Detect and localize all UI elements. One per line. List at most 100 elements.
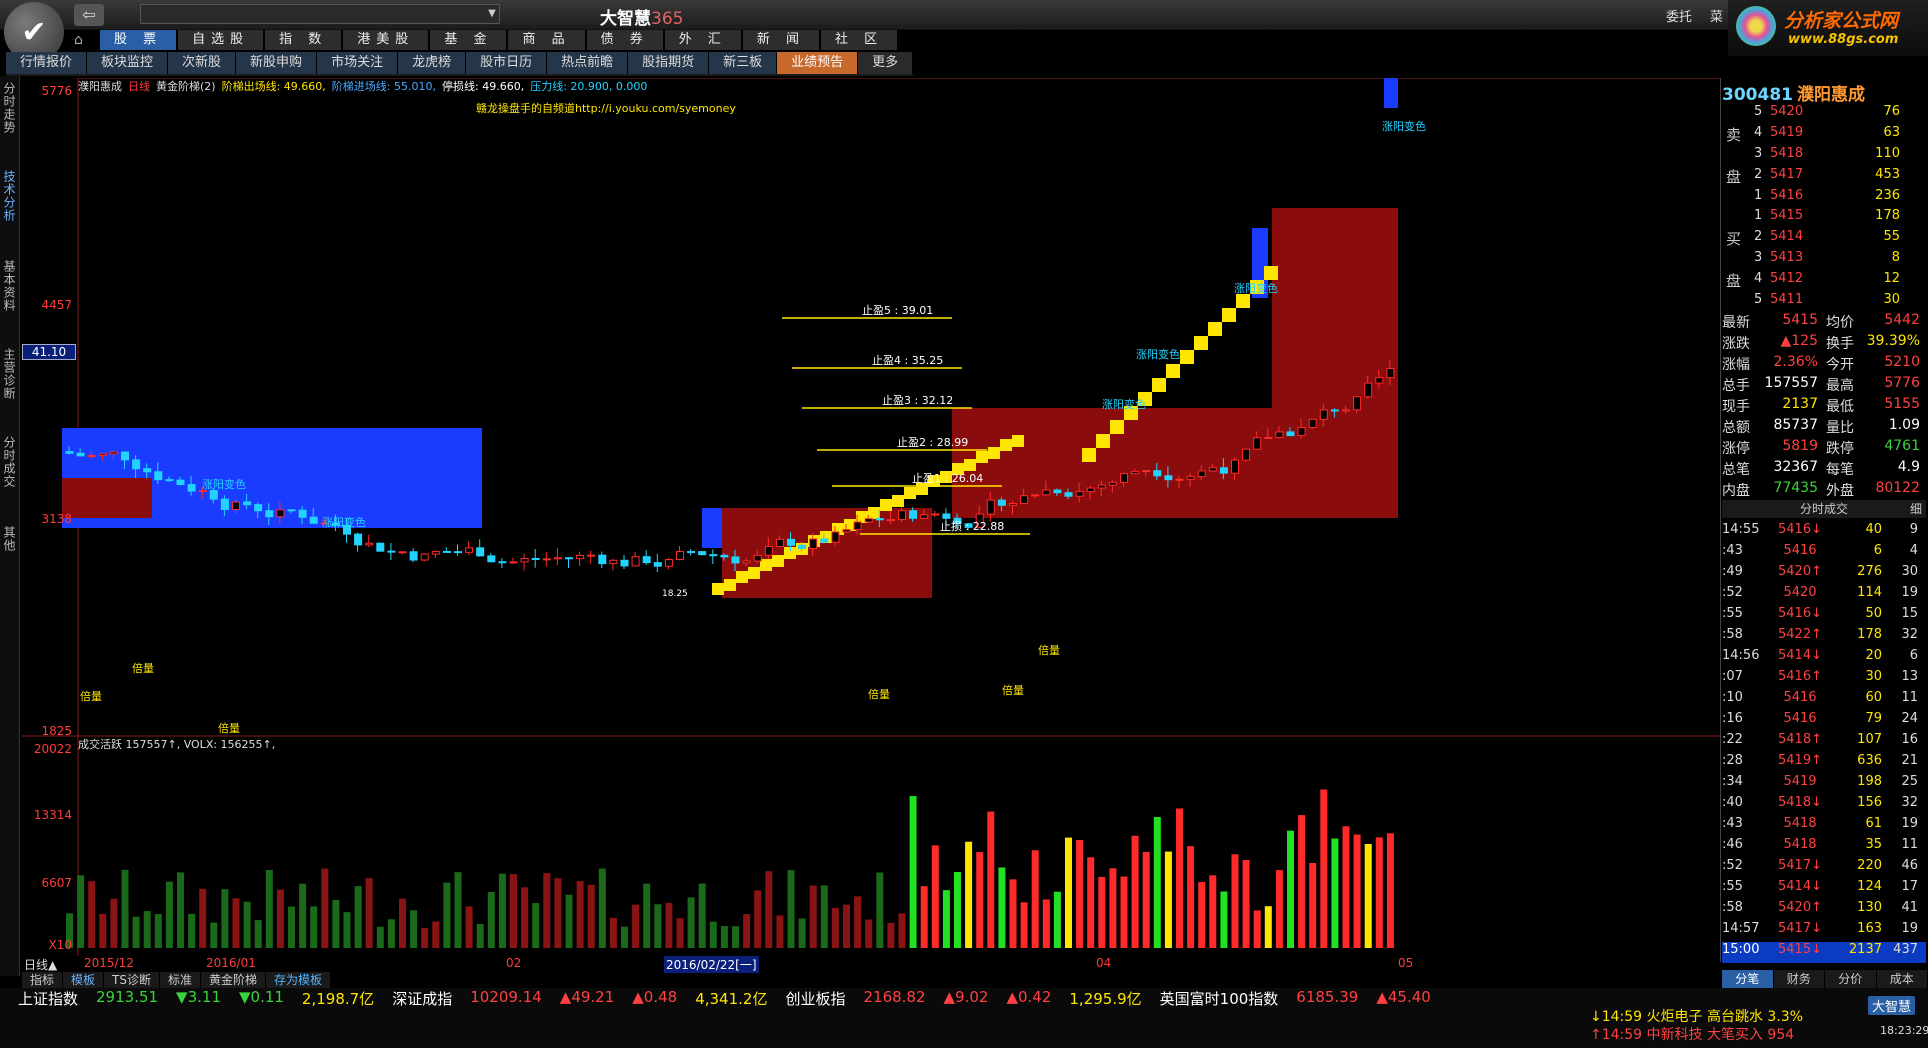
side-tab-other[interactable]: 其他: [2, 526, 18, 552]
tool-new-stocks[interactable]: 次新股: [168, 52, 237, 74]
tick-row[interactable]: :34 5419 198 25: [1722, 774, 1926, 795]
candle-body: [165, 479, 174, 482]
tool-market-focus[interactable]: 市场关注: [317, 52, 399, 74]
tool-earnings-forecast[interactable]: 业绩预告: [777, 52, 859, 74]
volume-bar: [643, 883, 651, 948]
side-tab-fundamentals[interactable]: 基本资料: [2, 260, 18, 312]
dropdown-arrow-icon[interactable]: ▼: [484, 4, 500, 24]
tick-row[interactable]: :07 5416↑ 30 13: [1722, 669, 1926, 690]
tick-row[interactable]: :43 5416 6 4: [1722, 543, 1926, 564]
volume-bar: [698, 883, 706, 948]
menu-hk-us[interactable]: 港美股: [343, 30, 429, 50]
alert-ticker-2[interactable]: ↑14:59 中新科技 大笔买入 954: [1590, 1024, 1794, 1044]
tool-calendar[interactable]: 股市日历: [466, 52, 548, 74]
tool-hot-preview[interactable]: 热点前瞻: [547, 52, 629, 74]
rtab-finance[interactable]: 财务: [1773, 970, 1825, 988]
home-icon[interactable]: ⌂: [74, 32, 92, 48]
tick-row[interactable]: :16 5416 79 24: [1722, 711, 1926, 732]
menu-news[interactable]: 新 闻: [742, 30, 820, 50]
side-tab-technical[interactable]: 技术分析: [2, 170, 18, 222]
stat-value: ▲125: [1780, 333, 1819, 349]
dzh-badge[interactable]: 大智慧: [1868, 996, 1916, 1015]
side-tab-intraday[interactable]: 分时走势: [2, 82, 18, 134]
tick-row[interactable]: :43 5418 61 19: [1722, 816, 1926, 837]
tick-row[interactable]: :22 5418↑ 107 16: [1722, 732, 1926, 753]
stock-name: 濮阳惠成: [1796, 85, 1865, 105]
menu-commodity[interactable]: 商 品: [508, 30, 585, 50]
tick-row[interactable]: :55 5416↓ 50 15: [1722, 606, 1926, 627]
tool-sector-monitor[interactable]: 板块监控: [87, 52, 169, 74]
tick-time: :52: [1722, 858, 1743, 873]
stat-value: 5442: [1884, 312, 1920, 328]
tick-row[interactable]: 14:56 5414↓ 20 6: [1722, 648, 1926, 669]
tick-row[interactable]: :52 5417↓ 220 46: [1722, 858, 1926, 879]
tick-row[interactable]: :55 5414↓ 124 17: [1722, 879, 1926, 900]
tool-new-third-board[interactable]: 新三板: [709, 52, 778, 74]
tool-dragon-tiger[interactable]: 龙虎榜: [398, 52, 467, 74]
tick-row[interactable]: :10 5416 60 11: [1722, 690, 1926, 711]
period-label[interactable]: 日线▲: [24, 956, 57, 973]
sell-level-row[interactable]: 2 5417 453: [1722, 167, 1922, 187]
tool-quotes[interactable]: 行情报价: [6, 52, 88, 74]
menu-fund[interactable]: 基 金: [430, 30, 507, 50]
buy-level-row[interactable]: 5 5411 30: [1722, 292, 1922, 312]
entrust-link[interactable]: 委托: [1666, 6, 1692, 25]
tick-row[interactable]: 14:55 5416↓ 40 9: [1722, 522, 1926, 543]
menu-stock[interactable]: 股 票: [100, 30, 177, 50]
tab-template[interactable]: 模板: [63, 972, 104, 988]
tool-ipo[interactable]: 新股申购: [236, 52, 318, 74]
alert-ticker-1[interactable]: ↓14:59 火炬电子 高台跳水 3.3%: [1590, 1006, 1803, 1026]
rtab-price-dist[interactable]: 分价: [1825, 970, 1877, 988]
tab-save-template[interactable]: 存为模板: [266, 972, 331, 988]
buy-level-row[interactable]: 3 5413 8: [1722, 250, 1922, 270]
candle-body: [709, 554, 718, 557]
tool-more[interactable]: 更多: [858, 52, 914, 74]
side-tab-diagnosis[interactable]: 主营诊断: [2, 348, 18, 400]
menu-watchlist[interactable]: 自选股: [178, 30, 264, 50]
menu-bond[interactable]: 债 券: [586, 30, 663, 50]
menu-forex[interactable]: 外 汇: [664, 30, 741, 50]
tick-row[interactable]: :40 5418↓ 156 32: [1722, 795, 1926, 816]
tab-ts-diagnosis[interactable]: TS诊断: [104, 972, 159, 988]
tick-row[interactable]: :49 5420↑ 276 30: [1722, 564, 1926, 585]
volume-bar: [199, 888, 207, 948]
tick-count: 24: [1901, 711, 1918, 726]
tick-row[interactable]: :52 5420 114 19: [1722, 585, 1926, 606]
candle-body: [1120, 473, 1128, 483]
candle-body: [476, 547, 485, 557]
tick-count: 11: [1901, 837, 1918, 852]
tab-indicator[interactable]: 指标: [22, 972, 63, 988]
candle-body: [1009, 503, 1017, 506]
buy-level-row[interactable]: 1 5415 178: [1722, 208, 1922, 228]
level-volume: 12: [1883, 271, 1900, 286]
rtab-cost[interactable]: 成本: [1876, 970, 1928, 988]
level-volume: 8: [1891, 250, 1900, 265]
sell-level-row[interactable]: 3 5418 110: [1722, 146, 1922, 166]
buy-level-row[interactable]: 2 5414 55: [1722, 229, 1922, 249]
side-tab-ticks[interactable]: 分时成交: [2, 436, 18, 488]
back-arrow-icon[interactable]: ⇦: [74, 4, 104, 26]
tick-row[interactable]: 14:57 5417↓ 163 19: [1722, 921, 1926, 942]
volume-bar: [232, 898, 240, 948]
tick-row[interactable]: :46 5418 35 11: [1722, 837, 1926, 858]
tick-row[interactable]: :58 5422↑ 178 32: [1722, 627, 1926, 648]
tick-row[interactable]: :58 5420↑ 130 41: [1722, 900, 1926, 921]
sell-level-row[interactable]: 4 5419 63: [1722, 125, 1922, 145]
rtab-ticks[interactable]: 分笔: [1722, 970, 1774, 988]
address-field[interactable]: [140, 4, 500, 24]
tab-standard[interactable]: 标准: [159, 972, 200, 988]
menu-link[interactable]: 菜: [1710, 6, 1723, 25]
buy-level-row[interactable]: 4 5412 12: [1722, 271, 1922, 291]
tick-row[interactable]: :28 5419↑ 636 21: [1722, 753, 1926, 774]
sell-level-row[interactable]: 1 5416 236: [1722, 188, 1922, 208]
kline-chart[interactable]: 止盈5 : 39.01 止盈4 : 35.25 止盈3 : 32.12 止盈2 : 2…: [22, 78, 1720, 956]
stat-key: 现手: [1722, 399, 1750, 415]
candle-body: [687, 551, 696, 554]
tool-futures[interactable]: 股指期货: [628, 52, 710, 74]
tab-golden-ladder[interactable]: 黄金阶梯: [201, 972, 266, 988]
menu-community[interactable]: 社 区: [821, 30, 898, 50]
sell-level-row[interactable]: 5 5420 76: [1722, 104, 1922, 124]
tick-row[interactable]: 15:00 5415↓ 2137 437: [1722, 942, 1926, 963]
stat-value: 80122: [1875, 480, 1920, 496]
menu-index[interactable]: 指 数: [265, 30, 342, 50]
